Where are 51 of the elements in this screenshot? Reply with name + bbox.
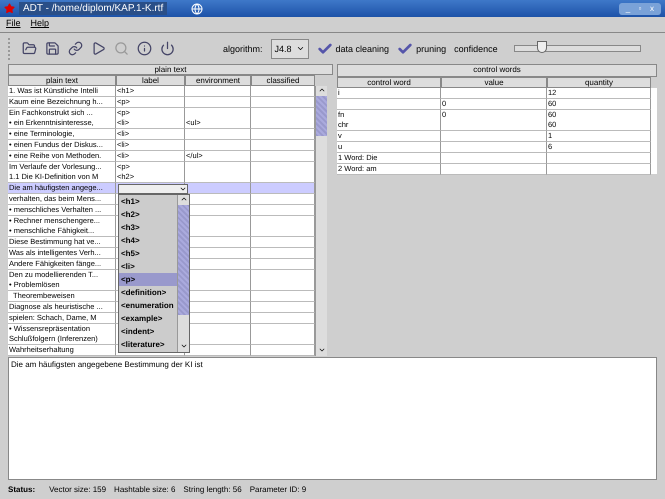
option-label: data cleaning (336, 44, 390, 54)
dropdown-option[interactable]: <literature> (119, 338, 177, 352)
dropdown-option[interactable]: <h5> (119, 247, 177, 260)
label-editor-dropdown[interactable] (118, 184, 188, 194)
power-icon[interactable] (160, 41, 175, 56)
globe-icon[interactable] (191, 2, 204, 15)
check-icon[interactable] (397, 40, 414, 56)
status-text: Vector size: 159 (49, 485, 106, 494)
folder-icon[interactable] (22, 41, 37, 56)
algorithm-dropdown[interactable]: J4.8 (270, 38, 309, 58)
confidence-label: confidence (454, 44, 498, 54)
column-header[interactable]: label (116, 75, 185, 86)
column-header[interactable]: control word (337, 77, 441, 88)
dropdown-option[interactable]: <h2> (119, 208, 177, 222)
menu-item[interactable]: File (6, 18, 21, 31)
status-text: Hashtable size: 6 (114, 485, 176, 494)
dropdown-option[interactable]: <enumeration (119, 299, 177, 312)
dropdown-option[interactable]: <h1> (119, 195, 177, 208)
option-label: pruning (416, 44, 446, 54)
dropdown-option[interactable]: <h3> (119, 221, 177, 234)
status-text: Parameter ID: 9 (250, 485, 306, 494)
scrollbar[interactable] (177, 195, 189, 352)
scrollbar-thumb[interactable] (178, 205, 189, 316)
algorithm-label: algorithm: (223, 44, 263, 54)
save-icon[interactable] (45, 41, 60, 56)
panel-title: plain text (8, 64, 333, 76)
scrollbar[interactable] (315, 86, 327, 356)
column-header[interactable]: environment (185, 75, 251, 86)
panel-title: control words (337, 64, 657, 78)
dropdown-option[interactable]: <example> (119, 312, 177, 326)
slider-thumb[interactable] (537, 41, 548, 53)
dropdown-option[interactable]: <li> (119, 260, 177, 274)
column-header[interactable]: classified (251, 75, 315, 86)
dropdown-option[interactable]: <h4> (119, 234, 177, 248)
menu-item[interactable]: Help (30, 18, 50, 31)
star-icon (4, 3, 15, 14)
play-icon[interactable] (91, 41, 106, 56)
link-icon[interactable] (68, 41, 83, 56)
text-area[interactable]: Die am häufigsten angegebene Bestimmung der KI ist (8, 357, 657, 480)
status-text: Status: (8, 485, 36, 494)
column-header[interactable]: plain text (8, 75, 116, 86)
status-text: String length: 56 (183, 485, 242, 494)
check-icon[interactable] (316, 40, 333, 56)
scrollbar-thumb[interactable] (316, 96, 327, 136)
info-icon[interactable] (137, 41, 152, 56)
dropdown-option[interactable]: <definition> (119, 286, 177, 300)
window-title: ADT - /home/diplom/KAP.1-K.rtf (19, 2, 168, 16)
dropdown-option[interactable]: <p> (119, 273, 177, 286)
column-header[interactable]: quantity (547, 77, 651, 88)
column-header[interactable]: value (441, 77, 547, 88)
dropdown-option[interactable]: <indent> (119, 325, 177, 338)
